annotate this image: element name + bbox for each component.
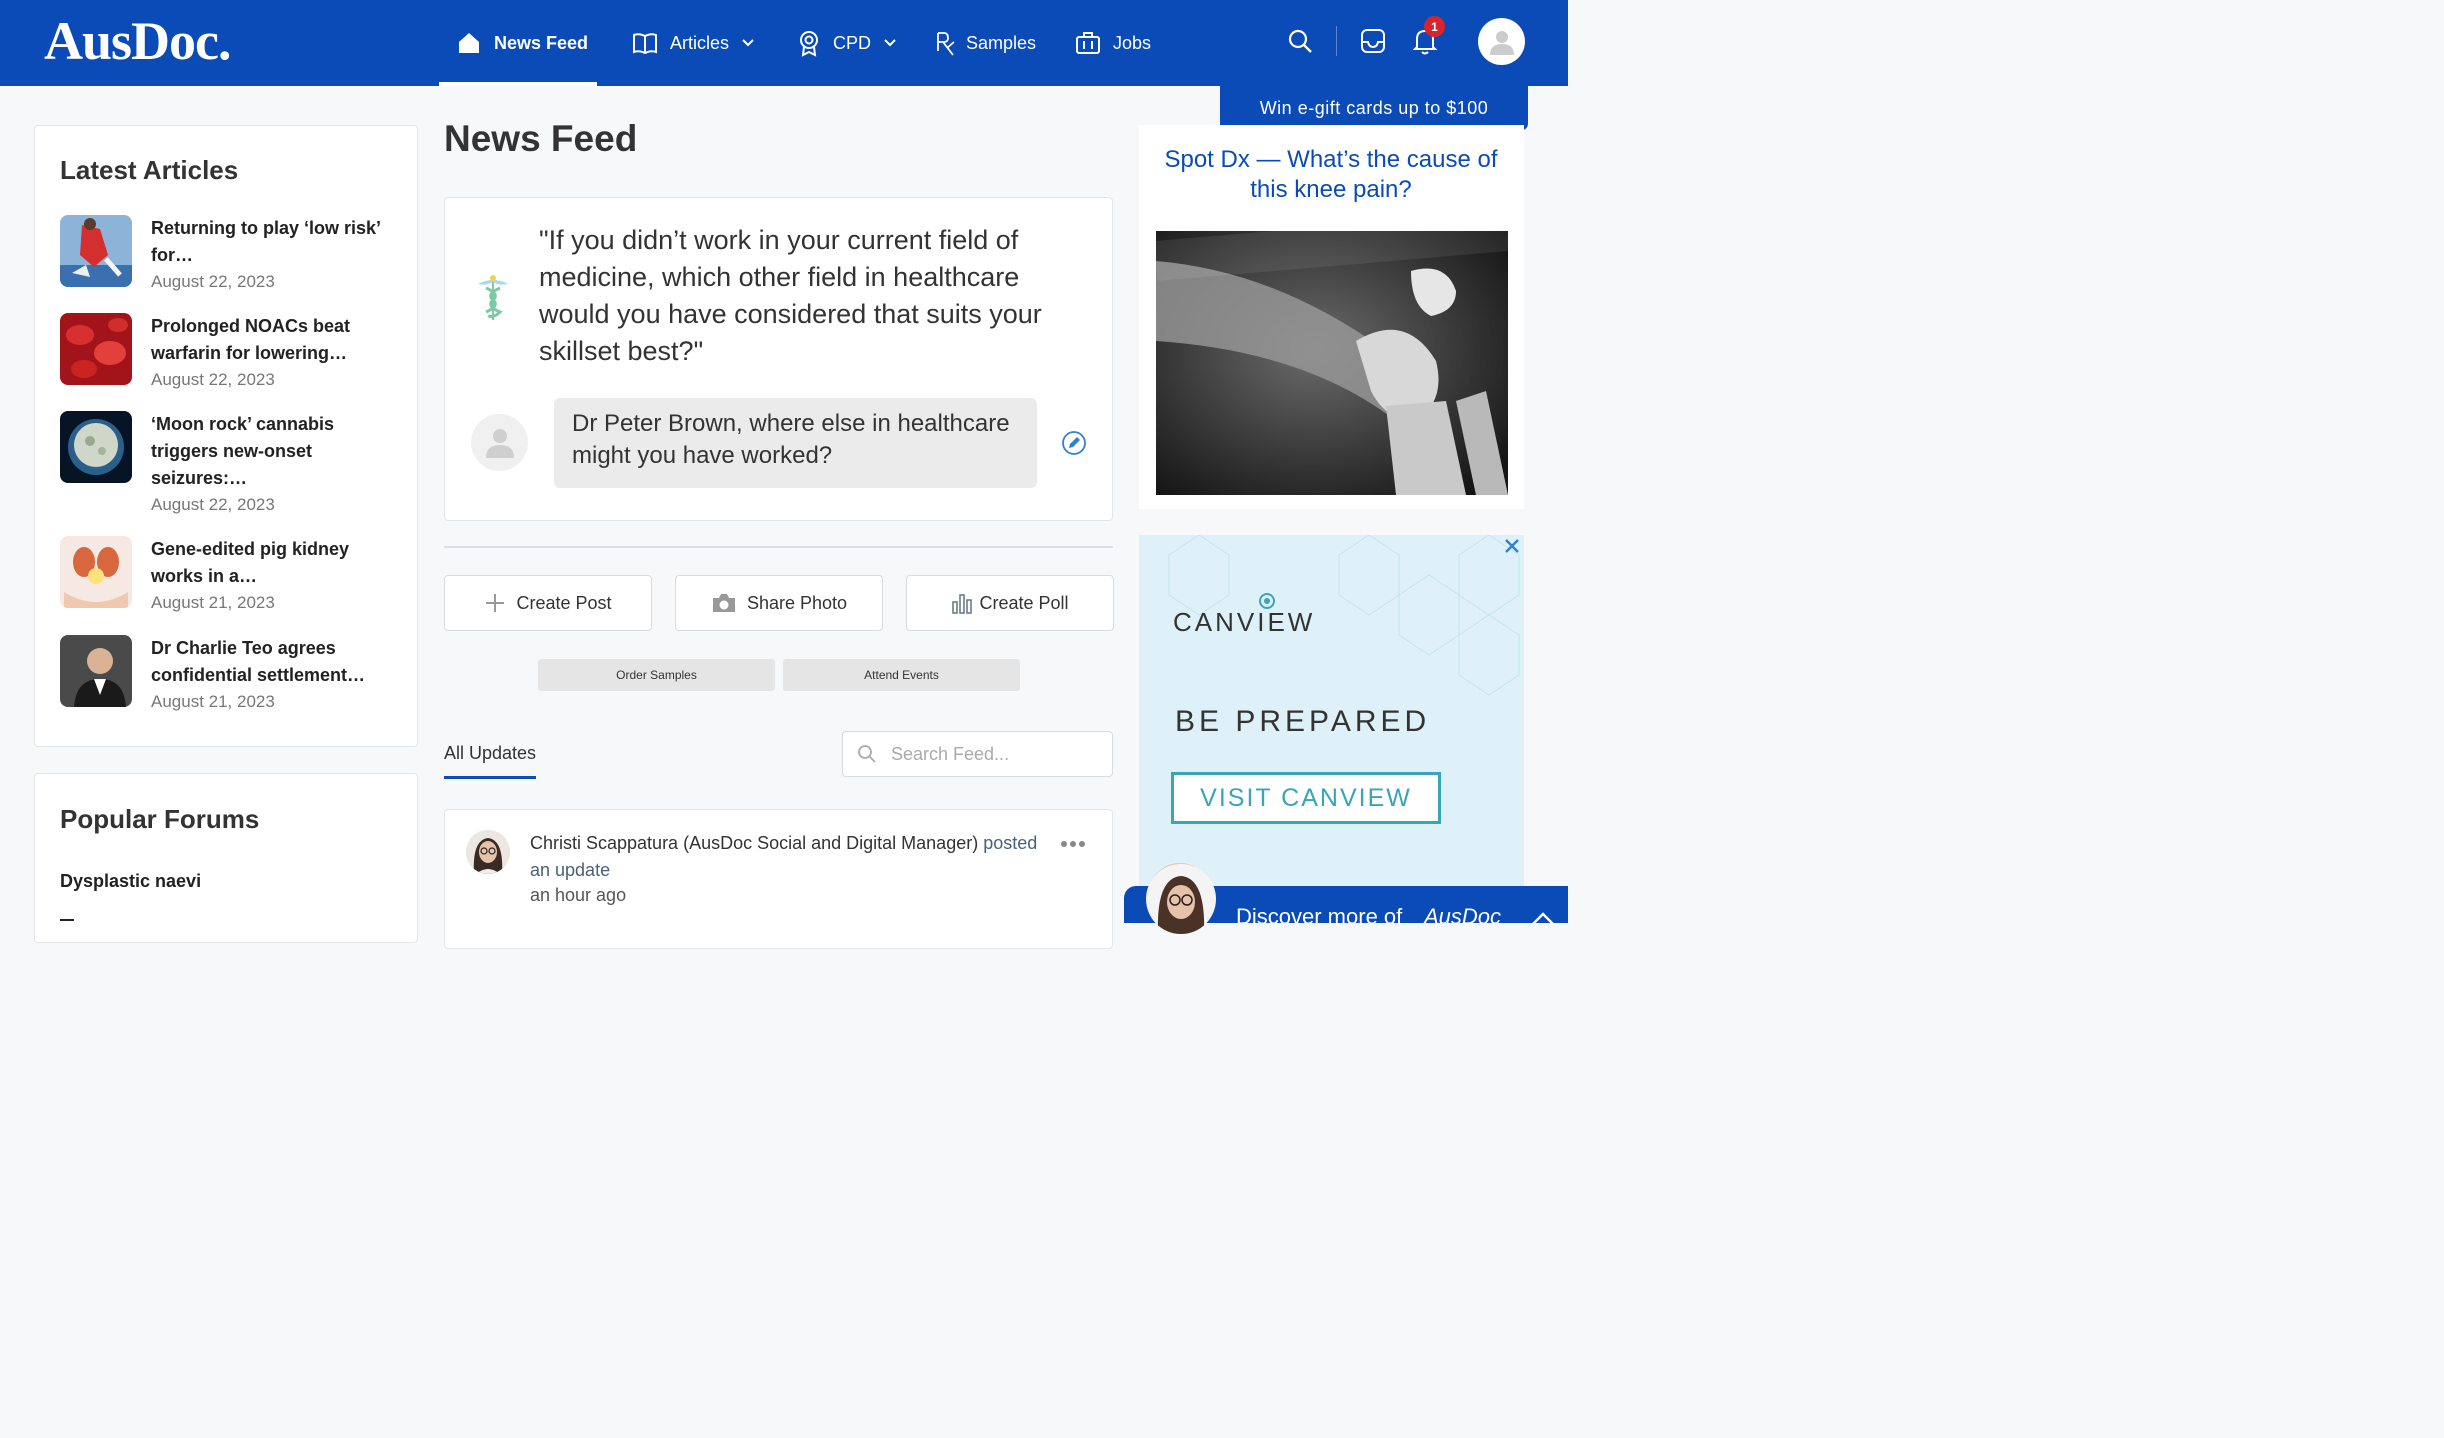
article-title[interactable]: Dr Charlie Teo agrees confidential settl…: [151, 635, 391, 689]
ad-headline: BE PREPARED: [1175, 705, 1431, 738]
user-icon: [1489, 30, 1514, 55]
search-feed-box[interactable]: [842, 731, 1113, 777]
caduceus-icon: [470, 270, 516, 327]
article-date: August 21, 2023: [151, 593, 275, 612]
article-date: August 22, 2023: [151, 495, 275, 514]
article-title[interactable]: Prolonged NOACs beat warfarin for loweri…: [151, 313, 391, 367]
visit-canview-button[interactable]: VISIT CANVIEW: [1171, 772, 1441, 824]
article-title[interactable]: ‘Moon rock’ cannabis triggers new-onset …: [151, 411, 391, 492]
nav-cpd-label: CPD: [833, 32, 872, 53]
camera-icon: [711, 592, 737, 614]
create-poll-label: Create Poll: [979, 592, 1069, 613]
create-post-button[interactable]: Create Post: [444, 575, 652, 631]
discover-avatar: [1146, 864, 1216, 934]
notification-badge: 1: [1424, 16, 1445, 37]
nav-news-feed[interactable]: News Feed: [456, 0, 588, 86]
basketball-thumbnail: [60, 215, 132, 287]
bar-chart-icon: [951, 592, 973, 614]
canview-brand: CANVIEW: [1173, 607, 1316, 637]
forum-link-partial: [60, 914, 78, 923]
forum-link[interactable]: Dysplastic naevi: [60, 871, 201, 892]
home-icon: [456, 30, 482, 56]
nav-jobs[interactable]: Jobs: [1075, 0, 1151, 86]
popular-forums-title: Popular Forums: [60, 804, 260, 834]
article-date: August 21, 2023: [151, 692, 275, 711]
discover-text: Discover more of: [1236, 904, 1403, 929]
article-date: August 22, 2023: [151, 272, 275, 291]
nav-samples-label: Samples: [966, 32, 1037, 53]
discover-brand: AusDoc: [1424, 904, 1502, 929]
search-icon[interactable]: [1287, 28, 1313, 54]
portrait-thumbnail: [60, 635, 132, 707]
header-divider: [1336, 26, 1337, 56]
nav-cpd[interactable]: CPD: [797, 0, 897, 86]
post-time: an hour ago: [530, 885, 627, 905]
briefcase-icon: [1075, 30, 1101, 56]
chevron-up-icon[interactable]: [1530, 906, 1556, 932]
canview-ad[interactable]: CANVIEW BE PREPARED VISIT CANVIEW: [1139, 535, 1524, 923]
nav-articles[interactable]: Articles: [632, 0, 755, 86]
nav-news-feed-label: News Feed: [494, 32, 589, 53]
tab-all-updates[interactable]: All Updates: [444, 743, 536, 764]
book-icon: [632, 31, 658, 55]
promo-tab[interactable]: Win e-gift cards up to $100: [1220, 86, 1528, 130]
page-title: News Feed: [444, 118, 638, 159]
inbox-icon[interactable]: [1360, 28, 1386, 54]
ausdoc-logo[interactable]: AusDoc.: [44, 10, 232, 72]
spot-dx-title[interactable]: Spot Dx — What’s the cause of this knee …: [1145, 145, 1517, 205]
latest-articles-title: Latest Articles: [60, 155, 239, 185]
award-icon: [797, 29, 821, 57]
edit-icon[interactable]: [1061, 430, 1087, 461]
share-photo-button[interactable]: Share Photo: [675, 575, 883, 631]
article-title[interactable]: Gene-edited pig kidney works in a…: [151, 536, 391, 590]
knee-xray-image[interactable]: [1154, 211, 1510, 495]
user-icon: [485, 428, 514, 458]
plus-icon: [484, 592, 506, 614]
create-poll-button[interactable]: Create Poll: [906, 575, 1114, 631]
question-text: "If you didn’t work in your current fiel…: [539, 225, 1042, 366]
create-post-label: Create Post: [516, 592, 612, 613]
tab-active-indicator: [444, 776, 536, 779]
nav-active-indicator: [439, 82, 597, 86]
post-author-avatar[interactable]: [466, 830, 510, 874]
article-date: August 22, 2023: [151, 370, 275, 389]
nav-jobs-label: Jobs: [1113, 32, 1152, 53]
nav-articles-label: Articles: [670, 32, 730, 53]
attend-events-button[interactable]: Attend Events: [783, 659, 1020, 691]
discover-more-bar[interactable]: Discover more of AusDoc: [1124, 864, 1568, 934]
search-feed-input[interactable]: [889, 742, 1089, 766]
blood-cells-thumbnail: [60, 313, 132, 385]
reply-prompt[interactable]: Dr Peter Brown, where else in healthcare…: [554, 398, 1037, 488]
article-title[interactable]: Returning to play ‘low risk’ for…: [151, 215, 391, 269]
kidney-thumbnail: [60, 536, 132, 608]
user-avatar[interactable]: [1478, 18, 1525, 65]
top-navbar: AusDoc. News Feed Articles CPD Samples J…: [0, 0, 1568, 86]
rx-icon: [934, 29, 958, 57]
chevron-down-icon: [741, 38, 755, 48]
more-options-icon[interactable]: [1060, 836, 1086, 854]
post-header: Christi Scappatura (AusDoc Social and Di…: [530, 830, 1040, 884]
close-icon[interactable]: [1503, 537, 1521, 560]
chevron-down-icon: [883, 38, 897, 48]
popular-forums-card: [34, 773, 418, 943]
share-photo-label: Share Photo: [746, 592, 848, 613]
moon-rock-thumbnail: [60, 411, 132, 483]
post-author[interactable]: Christi Scappatura (AusDoc Social and Di…: [530, 833, 978, 853]
nav-samples[interactable]: Samples: [934, 0, 1036, 86]
order-samples-button[interactable]: Order Samples: [538, 659, 775, 691]
search-icon: [857, 744, 877, 764]
reply-avatar: [471, 414, 528, 471]
section-divider: [444, 546, 1113, 548]
